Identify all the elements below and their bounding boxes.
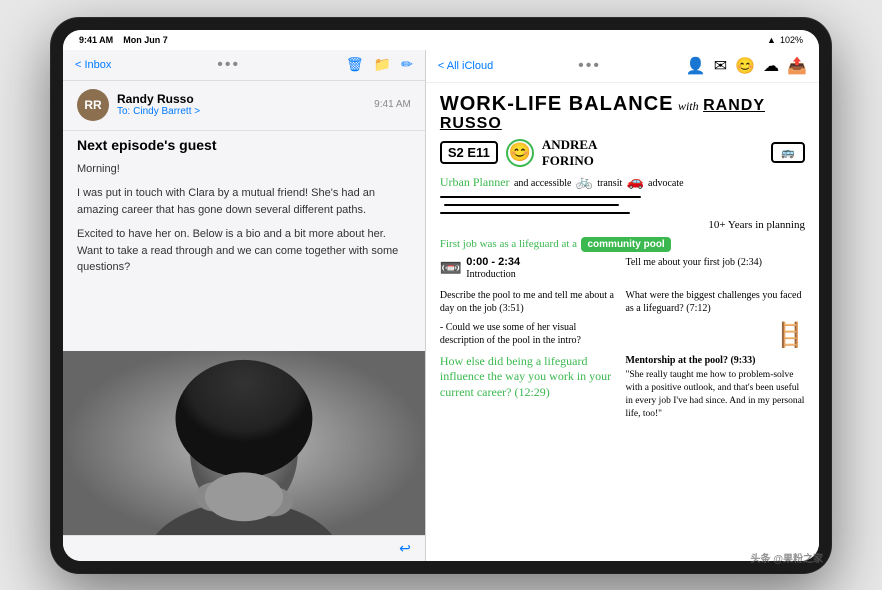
host-info: ANDREA FORINO	[542, 137, 598, 169]
sender-name: Randy Russo	[117, 92, 366, 106]
mentorship-text: Mentorship at the pool? (9:33)	[625, 354, 805, 367]
sender-row: RR Randy Russo To: Cindy Barrett > 9:41 …	[77, 89, 411, 121]
wifi-icon: ▲	[767, 35, 776, 45]
intro-label: Introduction	[466, 268, 520, 281]
main-area: < Inbox ••• 🗑 📁 ✏ RR Randy Russo	[63, 50, 819, 561]
cell-describe: Describe the pool to me and tell me abou…	[440, 289, 620, 315]
sketch-title-with: with	[678, 99, 699, 113]
sketch-title-main: WORK-LIFE BALANCE	[440, 93, 674, 115]
describe-text: Describe the pool to me and tell me abou…	[440, 290, 614, 314]
sender-to[interactable]: To: Cindy Barrett >	[117, 106, 366, 117]
watermark: 头条 @果粉之家	[750, 550, 819, 561]
cell-tell-me: Tell me about your first job (2:34)	[625, 256, 805, 283]
notes-pane: < All iCloud ••• 👤 ✉ 😊 ☁ 📤 WORK	[426, 50, 819, 561]
years-row: 10+ Years in planning	[440, 219, 805, 231]
mail-header: RR Randy Russo To: Cindy Barrett > 9:41 …	[63, 81, 425, 131]
mail-pane: < Inbox ••• 🗑 📁 ✏ RR Randy Russo	[63, 50, 426, 561]
cell-challenges: What were the biggest challenges you fac…	[625, 289, 805, 315]
avatar: RR	[77, 89, 109, 121]
episode-row: S2 E11 😊 ANDREA FORINO 🚌	[440, 137, 805, 169]
mail-icon[interactable]: ✉	[714, 56, 727, 76]
timestamp1: 0:00 - 2:34	[466, 256, 520, 268]
battery-indicator: 102%	[780, 35, 803, 45]
compose-button[interactable]: ✏	[401, 56, 413, 73]
mail-time: 9:41 AM	[374, 99, 411, 110]
mail-body: Morning! I was put in touch with Clara b…	[63, 155, 425, 351]
mail-more-button[interactable]: •••	[217, 56, 240, 74]
delete-button[interactable]: 🗑	[346, 56, 364, 73]
host-avatar: 😊	[506, 139, 534, 167]
notes-more-button[interactable]: •••	[578, 57, 601, 75]
share-icon[interactable]: 📤	[787, 56, 807, 76]
status-bar: 9:41 AM Mon Jun 7 ▲ 102%	[63, 30, 819, 50]
bike-icon: 🚲	[576, 173, 597, 189]
first-job-line: First job was as a lifeguard at a commun…	[440, 234, 805, 252]
mail-subject: Next episode's guest	[63, 131, 425, 155]
first-job-text: First job was as a lifeguard at a	[440, 238, 577, 250]
quote-text: "She really taught me how to problem-sol…	[625, 369, 805, 422]
challenges-text: What were the biggest challenges you fac…	[625, 290, 801, 314]
mail-paragraph1: I was put in touch with Clara by a mutua…	[77, 185, 411, 218]
person-icon[interactable]: 👤	[686, 56, 706, 76]
how-else-text: How else did being a lifeguard influence…	[440, 354, 611, 399]
mail-photo-area	[63, 351, 425, 535]
cloud-icon[interactable]: ☁	[763, 56, 779, 76]
subtitle-green: Urban Planner	[440, 175, 510, 189]
subtitle-advocate: advocate	[648, 178, 684, 189]
divider-1	[440, 196, 641, 198]
mail-greeting: Morning!	[77, 161, 411, 178]
status-time: 9:41 AM Mon Jun 7	[79, 35, 168, 45]
folder-button[interactable]: 📁	[374, 56, 391, 73]
car-icon: 🚗	[627, 173, 648, 189]
divider-lines	[440, 194, 805, 216]
cassette-icon: 📼	[440, 258, 462, 279]
notes-content: WORK-LIFE BALANCE with RANDY RUSSO S2 E1…	[426, 83, 819, 561]
status-right: ▲ 102%	[767, 35, 803, 45]
community-pool-badge: community pool	[581, 237, 670, 252]
visual-note-text: - Could we use some of her visual descri…	[440, 322, 581, 346]
bus-decoration: 🚌	[771, 142, 805, 163]
cell-intro: 📼 0:00 - 2:34 Introduction	[440, 256, 620, 283]
subtitle-line: Urban Planner and accessible 🚲 transit 🚗…	[440, 173, 805, 191]
mail-toolbar: < Inbox ••• 🗑 📁 ✏	[63, 50, 425, 81]
divider-2	[444, 204, 619, 206]
mail-paragraph2: Excited to have her on. Below is a bio a…	[77, 226, 411, 276]
episode-badge: S2 E11	[440, 141, 498, 164]
tablet-device: 9:41 AM Mon Jun 7 ▲ 102% < Inbox •••	[51, 18, 831, 573]
emoji-icon[interactable]: 😊	[735, 56, 755, 76]
sketch-title-area: WORK-LIFE BALANCE with RANDY RUSSO	[440, 93, 805, 133]
mail-photo	[63, 351, 425, 535]
notes-toolbar: < All iCloud ••• 👤 ✉ 😊 ☁ 📤	[426, 50, 819, 83]
reply-button[interactable]: ↩	[399, 540, 411, 557]
cell-how-else: How else did being a lifeguard influence…	[440, 354, 620, 422]
cell-visual-note: - Could we use some of her visual descri…	[440, 321, 620, 350]
years-text: 10+ Years in planning	[708, 219, 805, 231]
subtitle-transit: transit	[597, 178, 622, 189]
host-name-line2: FORINO	[542, 153, 598, 169]
notes-back-button[interactable]: < All iCloud	[438, 60, 493, 72]
tell-me-text: Tell me about your first job (2:34)	[625, 257, 762, 268]
cell-mentorship-quote: Mentorship at the pool? (9:33) "She real…	[625, 354, 805, 422]
bottom-grid: How else did being a lifeguard influence…	[440, 354, 805, 422]
ladder-icon: 🪜	[775, 321, 805, 350]
back-button[interactable]: < Inbox	[75, 59, 111, 71]
sender-info: Randy Russo To: Cindy Barrett >	[117, 92, 366, 117]
mail-footer: ↩	[63, 535, 425, 561]
mail-toolbar-left: < Inbox	[75, 59, 111, 71]
notes-toolbar-right: 👤 ✉ 😊 ☁ 📤	[686, 56, 807, 76]
mail-toolbar-right: 🗑 📁 ✏	[346, 56, 413, 73]
notes-toolbar-left: < All iCloud	[438, 60, 493, 72]
host-name-line1: ANDREA	[542, 137, 598, 153]
tablet-screen: 9:41 AM Mon Jun 7 ▲ 102% < Inbox •••	[63, 30, 819, 561]
timestamp-row: 📼 0:00 - 2:34 Introduction	[440, 256, 620, 281]
timestamp-info: 0:00 - 2:34 Introduction	[466, 256, 520, 281]
cell-decoration: 🪜	[625, 321, 805, 350]
divider-3	[440, 212, 630, 214]
content-grid: 📼 0:00 - 2:34 Introduction Tell me about…	[440, 256, 805, 350]
subtitle-rest: and accessible	[514, 178, 571, 189]
